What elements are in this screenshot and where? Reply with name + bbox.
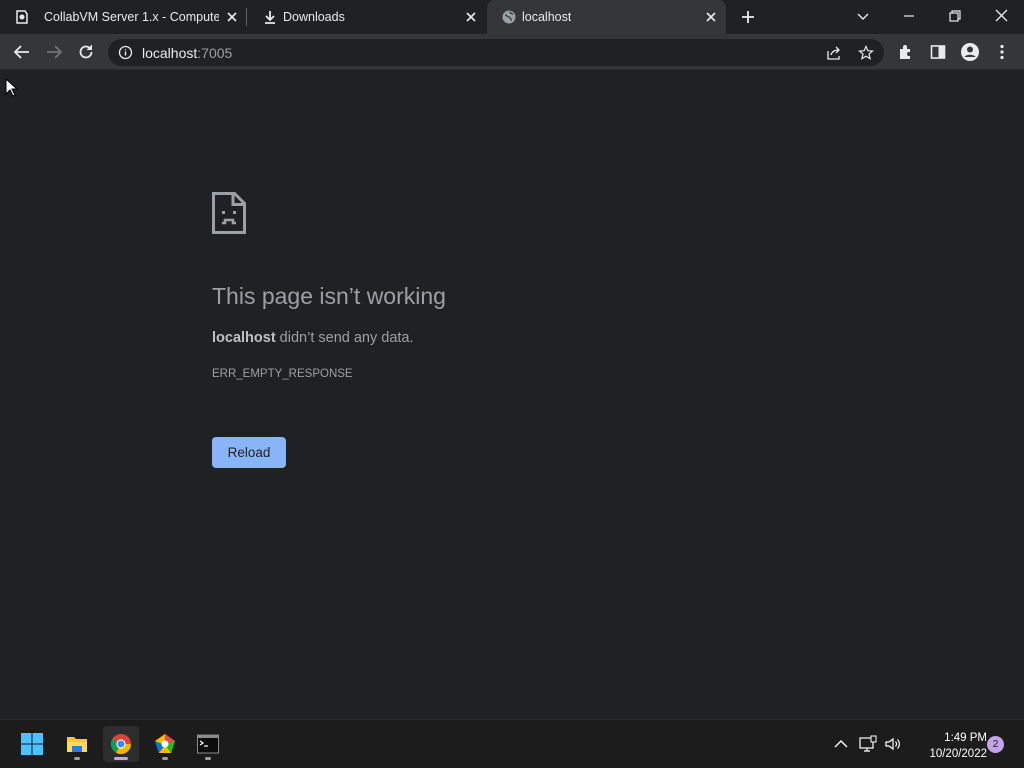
error-message-text: didn’t send any data.	[275, 330, 414, 346]
tab-downloads[interactable]: Downloads	[248, 0, 486, 34]
error-host: localhost	[212, 330, 276, 346]
close-tab-icon[interactable]	[225, 10, 239, 24]
url-port: :7005	[197, 45, 233, 61]
address-bar[interactable]: localhost:7005	[108, 39, 884, 66]
extensions-icon[interactable]	[896, 42, 916, 62]
notification-badge[interactable]: 2	[987, 736, 1004, 753]
tab-strip: CollabVM Server 1.x - Computern Download…	[0, 0, 1024, 34]
tab-label: Downloads	[283, 10, 345, 24]
chrome-icon	[110, 734, 132, 755]
browser-toolbar: localhost:7005	[0, 34, 1024, 70]
running-indicator	[74, 757, 80, 760]
error-code: ERR_EMPTY_RESPONSE	[212, 368, 353, 380]
page-content: This page isn’t working localhost didn’t…	[0, 71, 1024, 719]
tab-search-icon[interactable]	[853, 6, 873, 26]
reload-button[interactable]: Reload	[212, 437, 286, 468]
info-icon[interactable]	[118, 45, 133, 60]
file-explorer-button[interactable]	[59, 726, 95, 762]
sad-page-icon	[212, 192, 246, 234]
tab-localhost[interactable]: localhost	[487, 0, 726, 34]
download-icon	[265, 11, 275, 24]
error-message: localhost didn’t send any data.	[212, 330, 414, 346]
windows-start-icon	[21, 733, 43, 755]
bookmark-star-icon[interactable]	[858, 45, 874, 61]
close-tab-icon[interactable]	[704, 10, 718, 24]
back-icon[interactable]	[12, 42, 32, 62]
error-title: This page isn’t working	[212, 283, 446, 309]
close-window-icon[interactable]	[991, 6, 1011, 26]
tab-collabvm[interactable]: CollabVM Server 1.x - Computern	[0, 0, 244, 34]
profile-avatar-icon[interactable]	[960, 42, 980, 62]
chevron-up-icon[interactable]	[832, 735, 850, 753]
new-tab-icon[interactable]	[739, 8, 757, 26]
url-host: localhost	[142, 45, 198, 61]
side-panel-icon[interactable]	[928, 42, 948, 62]
system-clock[interactable]: 1:49 PM 10/20/2022	[905, 730, 987, 762]
reload-icon[interactable]	[76, 42, 96, 62]
restore-icon[interactable]	[945, 6, 965, 26]
clock-time: 1:49 PM	[944, 732, 987, 744]
chrome-button[interactable]	[103, 726, 139, 762]
app-button[interactable]	[147, 726, 183, 762]
terminal-icon	[197, 734, 219, 754]
file-explorer-icon	[67, 737, 87, 752]
tab-label: CollabVM Server 1.x - Computern	[44, 10, 219, 24]
start-button[interactable]	[14, 726, 50, 762]
url-text: localhost:7005	[142, 45, 232, 61]
minimize-icon[interactable]	[899, 6, 919, 26]
menu-kebab-icon[interactable]	[992, 42, 1012, 62]
app-icon	[155, 734, 175, 753]
forward-icon[interactable]	[44, 42, 64, 62]
running-indicator	[162, 757, 168, 760]
globe-icon	[502, 10, 516, 24]
mouse-cursor-icon	[5, 78, 17, 97]
tab-separator	[246, 8, 247, 26]
terminal-button[interactable]	[190, 726, 226, 762]
tab-label: localhost	[522, 10, 572, 24]
volume-icon[interactable]	[884, 735, 902, 753]
running-indicator	[114, 757, 128, 760]
network-icon[interactable]	[859, 735, 877, 753]
taskbar: 1:49 PM 10/20/2022 2	[0, 719, 1024, 768]
close-tab-icon[interactable]	[464, 10, 478, 24]
running-indicator	[205, 757, 211, 760]
collabvm-icon	[16, 10, 28, 24]
clock-date: 10/20/2022	[929, 748, 987, 760]
share-icon[interactable]	[826, 45, 842, 61]
